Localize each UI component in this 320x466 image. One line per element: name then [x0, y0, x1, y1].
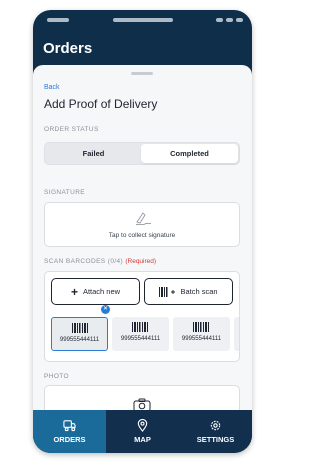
- proof-of-delivery-sheet: Back Add Proof of Delivery ORDER STATUS …: [33, 65, 252, 420]
- barcode-thumb-3[interactable]: 999555444111: [173, 317, 230, 351]
- map-pin-icon: [137, 419, 148, 432]
- truck-icon: [63, 420, 76, 432]
- gear-icon: [210, 420, 221, 431]
- barcode-thumb-2[interactable]: 999555444111: [112, 317, 169, 351]
- signature-prompt: Tap to collect signature: [108, 232, 176, 239]
- photo-label: PHOTO: [44, 373, 69, 380]
- bottom-tab-bar: ORDERS MAP SETTINGS: [33, 410, 252, 453]
- signature-icon: [135, 212, 152, 226]
- batch-scan-label: Batch scan: [180, 287, 218, 296]
- scan-barcodes-area: + Attach new Batch scan 999555444111 999…: [44, 271, 240, 362]
- status-time: [47, 18, 69, 22]
- sheet-drag-handle[interactable]: [131, 72, 153, 75]
- signature-label: SIGNATURE: [44, 189, 86, 196]
- barcode-value-2: 999555444111: [120, 336, 161, 342]
- tab-orders[interactable]: ORDERS: [33, 410, 106, 453]
- remove-barcode-button[interactable]: ×: [101, 305, 110, 314]
- tab-map[interactable]: MAP: [106, 410, 179, 453]
- order-status-label: ORDER STATUS: [44, 126, 99, 133]
- plus-icon: +: [70, 284, 78, 299]
- tab-map-label: MAP: [134, 435, 151, 444]
- tab-settings[interactable]: SETTINGS: [179, 410, 252, 453]
- battery-icon: [236, 18, 243, 22]
- barcode-icon: [193, 322, 209, 332]
- barcode-value-1: 999555444111: [59, 337, 100, 343]
- page-title: Orders: [43, 40, 93, 57]
- barcode-thumb-1[interactable]: 999555444111: [51, 317, 108, 351]
- wifi-icon: [226, 18, 233, 22]
- phone-frame: Orders Back Add Proof of Delivery ORDER …: [33, 10, 252, 453]
- status-notch: [113, 18, 173, 22]
- order-status-toggle: Failed Completed: [44, 142, 240, 165]
- barcode-thumb-4[interactable]: [234, 317, 239, 351]
- signal-icon: [216, 18, 223, 22]
- scan-barcodes-title: SCAN BARCODES (0/4): [44, 258, 124, 265]
- required-indicator: (Required): [125, 258, 157, 265]
- attach-new-label: Attach new: [82, 287, 121, 296]
- status-bar: [33, 10, 252, 34]
- batch-scan-button[interactable]: Batch scan: [144, 278, 233, 305]
- batch-scan-icon: [159, 286, 176, 297]
- back-link[interactable]: Back: [44, 84, 60, 91]
- status-option-completed[interactable]: Completed: [141, 144, 238, 163]
- signature-area[interactable]: Tap to collect signature: [44, 202, 240, 247]
- tab-settings-label: SETTINGS: [196, 435, 235, 444]
- status-option-failed[interactable]: Failed: [46, 144, 141, 163]
- attach-new-button[interactable]: + Attach new: [51, 278, 140, 305]
- barcode-value-3: 999555444111: [181, 336, 222, 342]
- scan-barcodes-label: SCAN BARCODES (0/4) (Required): [44, 258, 156, 265]
- tab-orders-label: ORDERS: [53, 435, 86, 444]
- sheet-title: Add Proof of Delivery: [44, 97, 158, 111]
- barcode-icon: [132, 322, 148, 332]
- barcode-icon: [72, 323, 88, 333]
